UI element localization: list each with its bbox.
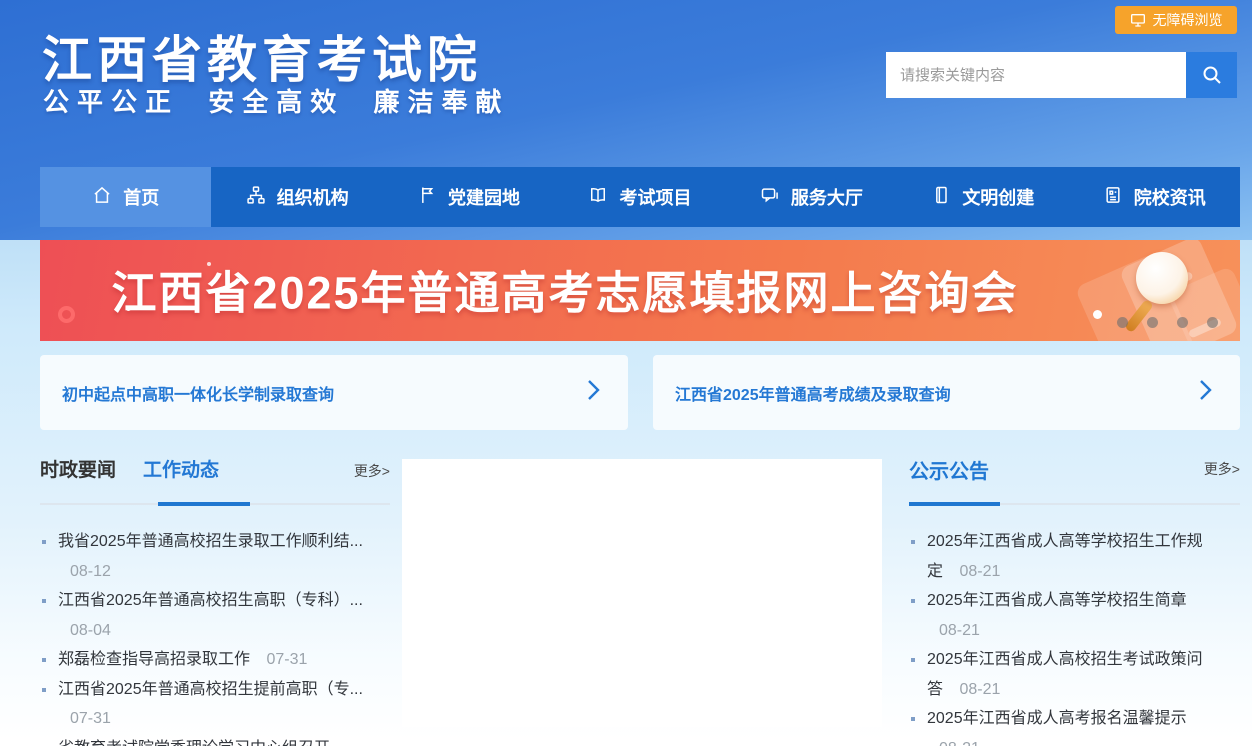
carousel-dot[interactable] (1207, 317, 1218, 328)
banner-ring-decoration (58, 306, 75, 323)
notices-title: 公示公告 (909, 461, 989, 483)
quick-link-admission-query[interactable]: 初中起点中高职一体化长学制录取查询 (40, 355, 628, 430)
quick-link-label: 江西省2025年普通高考成绩及录取查询 (675, 381, 951, 405)
nav-label: 服务大厅 (791, 184, 863, 210)
news-list: 我省2025年普通高校招生录取工作顺利结... 08-12 江西省2025年普通… (40, 527, 372, 746)
news-list-item[interactable]: 省教育考试院党委理论学习中心组召开... (40, 734, 372, 746)
notice-title: 2025年江西省成人高等学校招生简章 (927, 592, 1187, 609)
search-button[interactable] (1186, 52, 1237, 98)
nav-item-service-hall[interactable]: 服务大厅 (726, 167, 897, 227)
nav-item-civilization[interactable]: 文明创建 (897, 167, 1068, 227)
news-list-item[interactable]: 郑磊检查指导高招录取工作 07-31 (40, 645, 372, 675)
site-header: 江西省教育考试院 公平公正 安全高效 廉洁奉献 无障碍浏览 (0, 0, 1252, 240)
nav-label: 文明创建 (962, 184, 1034, 210)
book-icon (931, 185, 951, 210)
nav-label: 党建园地 (448, 184, 520, 210)
notice-list-item[interactable]: 2025年江西省成人高校招生考试政策问答 08-21 (909, 645, 1209, 704)
news-date: 07-31 (266, 651, 307, 668)
nav-item-college-news[interactable]: 院校资讯 (1069, 167, 1240, 227)
search-bar (886, 52, 1237, 98)
news-title: 我省2025年普通高校招生录取工作顺利结... (58, 533, 363, 550)
news-list-item[interactable]: 我省2025年普通高校招生录取工作顺利结... 08-12 (40, 527, 372, 586)
quick-link-gaokao-score-query[interactable]: 江西省2025年普通高考成绩及录取查询 (653, 355, 1240, 430)
notice-list-item[interactable]: 2025年江西省成人高等学校招生工作规定 08-21 (909, 527, 1209, 586)
carousel-dot[interactable] (1147, 317, 1158, 328)
banner-sparkle (207, 262, 211, 266)
quick-link-label: 初中起点中高职一体化长学制录取查询 (62, 381, 334, 405)
active-tab-underline (158, 502, 250, 506)
carousel-dots (1117, 317, 1218, 328)
notices-section: 公示公告 更多> 2025年江西省成人高等学校招生工作规定 08-21 2025… (909, 455, 1240, 746)
newspaper-icon (1103, 185, 1123, 210)
main-nav: 首页 组织机构 党建园地 (40, 167, 1240, 227)
tab-current-politics[interactable]: 时政要闻 (40, 455, 116, 486)
accessibility-button[interactable]: 无障碍浏览 (1115, 6, 1237, 34)
news-list-item[interactable]: 江西省2025年普通高校招生高职（专科）... 08-04 (40, 586, 372, 645)
notice-date: 08-21 (959, 563, 1000, 580)
news-title: 省教育考试院党委理论学习中心组召开... (58, 740, 343, 746)
notice-list-item[interactable]: 2025年江西省成人高考报名温馨提示 08-21 (909, 704, 1209, 746)
news-title: 江西省2025年普通高校招生高职（专科）... (58, 592, 363, 609)
magnifier-icon (1136, 252, 1188, 304)
chevron-right-icon (1199, 379, 1212, 406)
notices-list: 2025年江西省成人高等学校招生工作规定 08-21 2025年江西省成人高等学… (909, 527, 1209, 746)
news-more-link[interactable]: 更多> (354, 461, 390, 481)
nav-label: 组织机构 (277, 184, 349, 210)
active-section-underline (909, 502, 1000, 506)
notices-header: 公示公告 更多> (909, 455, 1240, 505)
search-input[interactable] (886, 52, 1186, 98)
site-slogan: 公平公正 安全高效 廉洁奉献 (43, 82, 509, 119)
news-date: 08-04 (70, 622, 111, 639)
sitemap-icon (246, 185, 266, 210)
nav-label: 首页 (123, 184, 159, 210)
news-title: 江西省2025年普通高校招生提前高职（专... (58, 681, 363, 698)
search-icon (1200, 63, 1224, 87)
news-date: 08-12 (70, 563, 111, 580)
nav-item-exam-projects[interactable]: 考试项目 (554, 167, 725, 227)
monitor-icon (1130, 12, 1146, 28)
accessibility-label: 无障碍浏览 (1153, 10, 1223, 30)
nav-item-party-building[interactable]: 党建园地 (383, 167, 554, 227)
notice-list-item[interactable]: 2025年江西省成人高等学校招生简章 08-21 (909, 586, 1209, 645)
flag-icon (417, 185, 437, 210)
notice-date: 08-21 (939, 622, 980, 639)
center-image-placeholder (402, 459, 882, 727)
nav-item-home[interactable]: 首页 (40, 167, 211, 227)
carousel-dot[interactable] (1177, 317, 1188, 328)
chat-icon (760, 185, 780, 210)
news-tabs-header: 时政要闻 工作动态 更多> (40, 455, 390, 505)
nav-item-organization[interactable]: 组织机构 (211, 167, 382, 227)
tab-work-updates[interactable]: 工作动态 (143, 455, 219, 486)
banner-carousel[interactable]: 江西省2025年普通高考志愿填报网上咨询会 (40, 240, 1240, 341)
chevron-right-icon (587, 379, 600, 406)
page: 江西省教育考试院 公平公正 安全高效 廉洁奉献 无障碍浏览 (0, 0, 1252, 746)
news-title: 郑磊检查指导高招录取工作 (58, 651, 250, 668)
nav-label: 考试项目 (619, 184, 691, 210)
notice-date: 08-21 (959, 681, 1000, 698)
news-section: 时政要闻 工作动态 更多> 我省2025年普通高校招生录取工作顺利结... 08… (40, 455, 390, 746)
news-date: 07-31 (70, 710, 111, 727)
notice-date: 08-21 (939, 740, 980, 746)
banner-title: 江西省2025年普通高考志愿填报网上咨询会 (40, 256, 1090, 321)
home-icon (92, 185, 112, 210)
notice-title: 2025年江西省成人高考报名温馨提示 (927, 710, 1187, 727)
nav-label: 院校资讯 (1134, 184, 1206, 210)
news-list-item[interactable]: 江西省2025年普通高校招生提前高职（专... 07-31 (40, 675, 372, 734)
banner-sparkle (126, 306, 131, 311)
carousel-dot[interactable] (1117, 317, 1128, 328)
open-book-icon (588, 185, 608, 210)
notices-more-link[interactable]: 更多> (1204, 459, 1240, 479)
